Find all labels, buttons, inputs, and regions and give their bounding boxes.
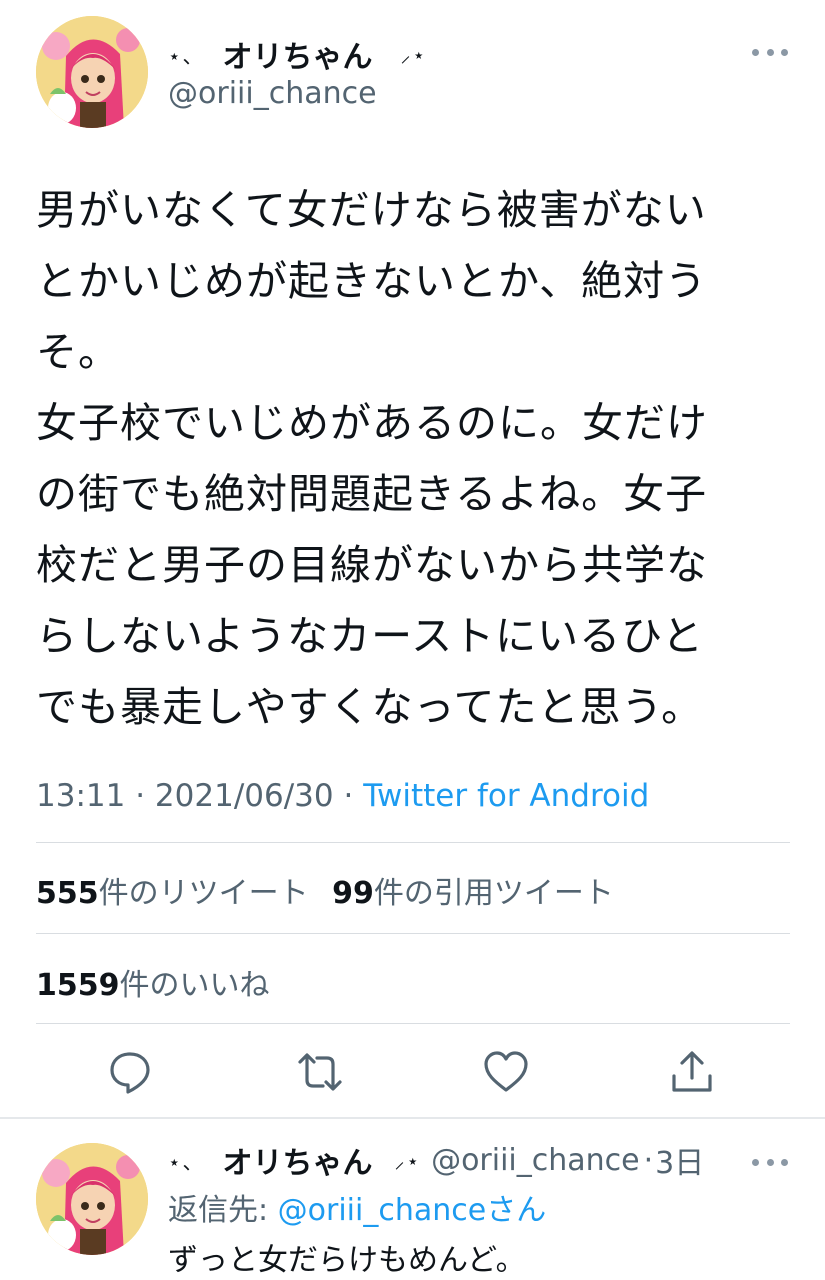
tweet-date[interactable]: 2021/06/30 [155,778,334,814]
divider [36,1023,790,1024]
reply-icon[interactable] [106,1048,154,1096]
quotes-count: 99 [332,876,374,911]
likes-count: 1559 [36,968,120,1003]
avatar-illustration [36,16,148,128]
decoration-right: ⸝⋆ [394,1148,422,1173]
quotes-link[interactable]: 99件の引用ツイート [332,876,614,911]
reply-text: ずっと女だらけもめんど。 [168,1243,526,1278]
tweet-meta: 13:11 · 2021/06/30 · Twitter for Android [36,778,649,814]
meta-separator: · [643,1142,654,1178]
section-separator [0,1117,825,1119]
likes-label: 件のいいね [119,968,270,1003]
quotes-label: 件の引用ツイート [373,876,614,911]
divider [36,933,790,934]
reply-age[interactable]: 3日 [655,1138,704,1182]
tweet-time[interactable]: 13:11 [36,778,125,814]
reply-more-options-icon[interactable] [752,1152,788,1172]
like-icon[interactable] [482,1048,530,1096]
reply-to-handle[interactable]: @oriii_chance [278,1193,487,1228]
reply-display-name[interactable]: オリちゃん [223,1138,373,1182]
display-name[interactable]: オリちゃん [223,32,373,76]
reply-author-line[interactable]: ⋆、 オリちゃん ⸝⋆ @oriii_chance · 3日 [168,1138,704,1182]
avatar[interactable] [36,16,148,128]
retweets-link[interactable]: 555件のリツイート [36,876,309,911]
more-options-icon[interactable] [752,40,788,64]
author-handle[interactable]: @oriii_chance [168,76,377,111]
reply-handle[interactable]: @oriii_chance [431,1143,640,1178]
share-icon[interactable] [668,1048,716,1096]
reply-to-label: 返信先: [168,1193,278,1228]
avatar-illustration [36,1143,148,1255]
like-stats[interactable]: 1559件のいいね [36,960,270,1004]
decoration-left: ⋆、 [168,43,205,68]
retweets-count: 555 [36,876,99,911]
meta-separator: · [135,778,146,814]
retweet-stats: 555件のリツイート 99件の引用ツイート [36,868,614,912]
replying-to: 返信先: @oriii_chanceさん [168,1185,546,1229]
decoration-left: ⋆、 [168,1149,205,1174]
author-name-line[interactable]: ⋆、 オリちゃん ⸝⋆ [168,32,428,76]
meta-separator: · [343,778,354,814]
reply-to-suffix[interactable]: さん [486,1193,546,1228]
retweets-label: 件のリツイート [98,876,309,911]
reply-avatar[interactable] [36,1143,148,1255]
tweet-source[interactable]: Twitter for Android [363,778,649,814]
divider [36,842,790,843]
retweet-icon[interactable] [296,1048,344,1096]
tweet-text: 男がいなくて女だけなら被害がない とかいじめが起きないとか、絶対う そ。 女子校… [36,186,708,731]
decoration-right: ⸝⋆ [400,42,428,67]
